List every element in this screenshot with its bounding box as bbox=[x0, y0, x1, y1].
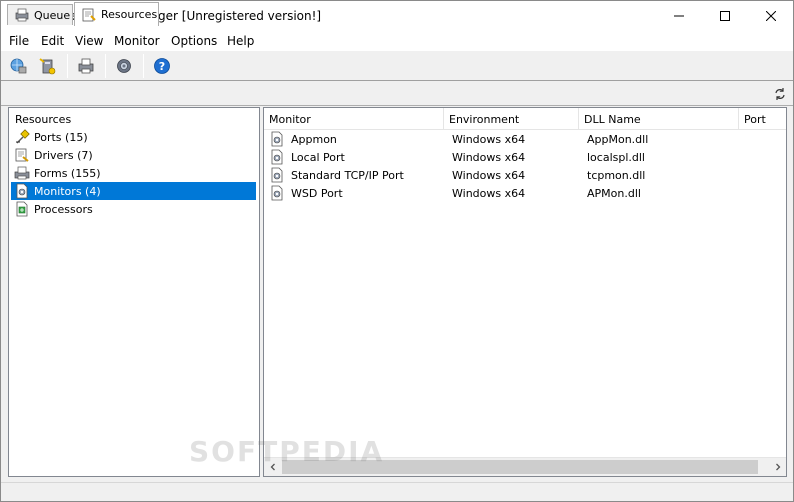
monitors-list[interactable]: Monitor Environment DLL Name Port Appmon… bbox=[263, 107, 787, 477]
menu-monitor[interactable]: Monitor bbox=[114, 34, 160, 48]
tree-item-label: Monitors (4) bbox=[34, 184, 101, 198]
menu-bar: File Edit View Monitor Options Help bbox=[1, 31, 793, 51]
menu-help[interactable]: Help bbox=[227, 34, 254, 48]
menu-edit[interactable]: Edit bbox=[41, 34, 64, 48]
cell-dll-name: APMon.dll bbox=[587, 186, 641, 200]
resources-tree[interactable]: Resources Ports (15) Drivers (7) Forms (… bbox=[8, 107, 260, 477]
monitor-icon bbox=[16, 183, 28, 199]
chevron-right-icon bbox=[775, 463, 780, 471]
tree-item-label: Forms (155) bbox=[34, 166, 101, 180]
toolbar-separator bbox=[67, 54, 68, 78]
driver-icon bbox=[15, 148, 29, 162]
table-row[interactable]: Standard TCP/IP Port Windows x64 tcpmon.… bbox=[264, 166, 786, 184]
toolbar-separator bbox=[105, 54, 106, 78]
tab-strip bbox=[1, 82, 793, 106]
toolbar: ? bbox=[1, 51, 793, 81]
status-bar bbox=[1, 482, 793, 501]
monitor-icon bbox=[271, 185, 283, 201]
help-icon: ? bbox=[154, 58, 170, 74]
column-header-port[interactable]: Port bbox=[739, 108, 786, 130]
cell-environment: Windows x64 bbox=[452, 168, 526, 182]
cell-environment: Windows x64 bbox=[452, 132, 526, 146]
monitor-icon bbox=[271, 149, 283, 165]
tree-item-processors[interactable]: Processors bbox=[11, 200, 256, 218]
add-printer-button[interactable] bbox=[37, 55, 59, 77]
add-printer-icon bbox=[39, 58, 56, 75]
table-row[interactable]: WSD Port Windows x64 APMon.dll bbox=[264, 184, 786, 202]
maximize-button[interactable] bbox=[702, 1, 748, 31]
maximize-icon bbox=[720, 11, 730, 21]
close-icon bbox=[766, 11, 776, 21]
app-window: Remote Queue Manager [Unregistered versi… bbox=[0, 0, 794, 502]
tab-resources[interactable]: Resources bbox=[74, 2, 159, 26]
list-header: Monitor Environment DLL Name Port bbox=[264, 108, 786, 130]
port-icon bbox=[16, 129, 30, 144]
cell-monitor: Standard TCP/IP Port bbox=[269, 166, 404, 184]
print-button[interactable] bbox=[75, 55, 97, 77]
watermark: SOFTPEDIA bbox=[189, 435, 385, 468]
tree-item-drivers[interactable]: Drivers (7) bbox=[11, 146, 256, 164]
tab-queue[interactable]: Queue bbox=[7, 4, 73, 25]
settings-gear-icon bbox=[117, 59, 131, 73]
cell-dll-name: tcpmon.dll bbox=[587, 168, 646, 182]
help-button[interactable]: ? bbox=[151, 55, 173, 77]
refresh-icon[interactable] bbox=[773, 87, 787, 101]
tab-queue-label: Queue bbox=[34, 8, 71, 22]
column-header-dll-name[interactable]: DLL Name bbox=[579, 108, 739, 130]
cell-environment: Windows x64 bbox=[452, 150, 526, 164]
minimize-icon bbox=[674, 15, 684, 17]
cell-monitor: Appmon bbox=[269, 130, 337, 148]
connect-server-button[interactable] bbox=[7, 55, 29, 77]
printer-queue-icon bbox=[15, 8, 29, 22]
forms-icon bbox=[14, 166, 30, 180]
print-icon bbox=[78, 58, 94, 74]
table-row[interactable]: Local Port Windows x64 localspl.dll bbox=[264, 148, 786, 166]
menu-options[interactable]: Options bbox=[171, 34, 217, 48]
cell-dll-name: AppMon.dll bbox=[587, 132, 649, 146]
resources-icon bbox=[82, 8, 96, 21]
cell-environment: Windows x64 bbox=[452, 186, 526, 200]
monitor-icon bbox=[271, 131, 283, 147]
cell-monitor: Local Port bbox=[269, 148, 345, 166]
tree-item-forms[interactable]: Forms (155) bbox=[11, 164, 256, 182]
tree-root-label: Resources bbox=[15, 112, 72, 126]
settings-button[interactable] bbox=[113, 55, 135, 77]
tree-item-ports[interactable]: Ports (15) bbox=[11, 128, 256, 146]
connect-server-icon bbox=[10, 58, 27, 74]
cell-monitor: WSD Port bbox=[269, 184, 343, 202]
table-row[interactable]: Appmon Windows x64 AppMon.dll bbox=[264, 130, 786, 148]
monitor-icon bbox=[271, 167, 283, 183]
tab-resources-label: Resources bbox=[101, 8, 158, 21]
tree-item-monitors[interactable]: Monitors (4) bbox=[11, 182, 256, 200]
column-header-environment[interactable]: Environment bbox=[444, 108, 579, 130]
svg-text:?: ? bbox=[159, 60, 165, 73]
processor-icon bbox=[16, 201, 28, 217]
minimize-button[interactable] bbox=[656, 1, 702, 31]
column-header-monitor[interactable]: Monitor bbox=[264, 108, 444, 130]
tree-item-label: Ports (15) bbox=[34, 130, 88, 144]
menu-view[interactable]: View bbox=[75, 34, 103, 48]
cell-dll-name: localspl.dll bbox=[587, 150, 645, 164]
menu-file[interactable]: File bbox=[9, 34, 29, 48]
tree-item-label: Processors bbox=[34, 202, 93, 216]
close-button[interactable] bbox=[748, 1, 794, 31]
scroll-right-button[interactable] bbox=[769, 458, 786, 476]
tree-root[interactable]: Resources bbox=[11, 110, 256, 128]
toolbar-separator bbox=[143, 54, 144, 78]
tree-item-label: Drivers (7) bbox=[34, 148, 93, 162]
